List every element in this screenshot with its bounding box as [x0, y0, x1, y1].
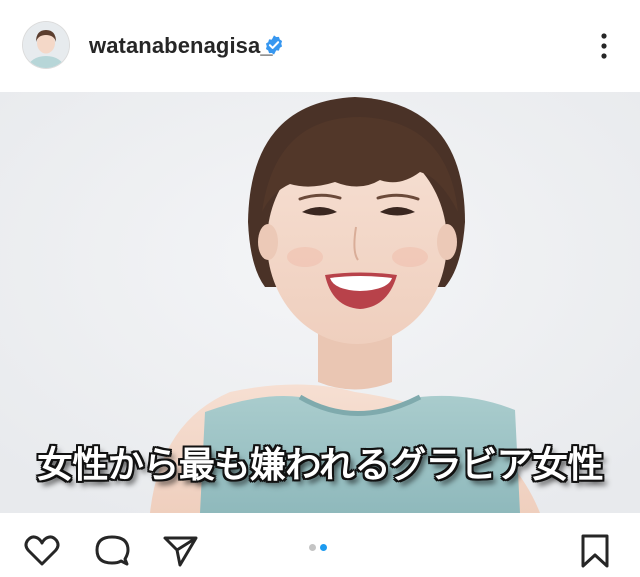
image-caption: 女性から最も嫌われるグラビア女性: [36, 444, 604, 486]
verified-badge-icon: [265, 35, 283, 55]
carousel-indicator: [309, 544, 327, 551]
bookmark-icon[interactable]: [575, 533, 615, 569]
carousel-dot[interactable]: [309, 544, 316, 551]
avatar[interactable]: [23, 22, 69, 68]
heart-icon[interactable]: [22, 533, 62, 569]
avatar-image: [23, 22, 69, 68]
comment-icon[interactable]: [92, 533, 132, 569]
username[interactable]: watanabenagisa_: [89, 33, 273, 59]
carousel-dot-active[interactable]: [320, 544, 327, 551]
post-header: watanabenagisa_: [0, 0, 640, 92]
more-vertical-icon[interactable]: [592, 30, 616, 62]
post-image[interactable]: 女性から最も嫌われるグラビア女性: [0, 92, 640, 513]
paper-plane-icon[interactable]: [160, 533, 200, 569]
